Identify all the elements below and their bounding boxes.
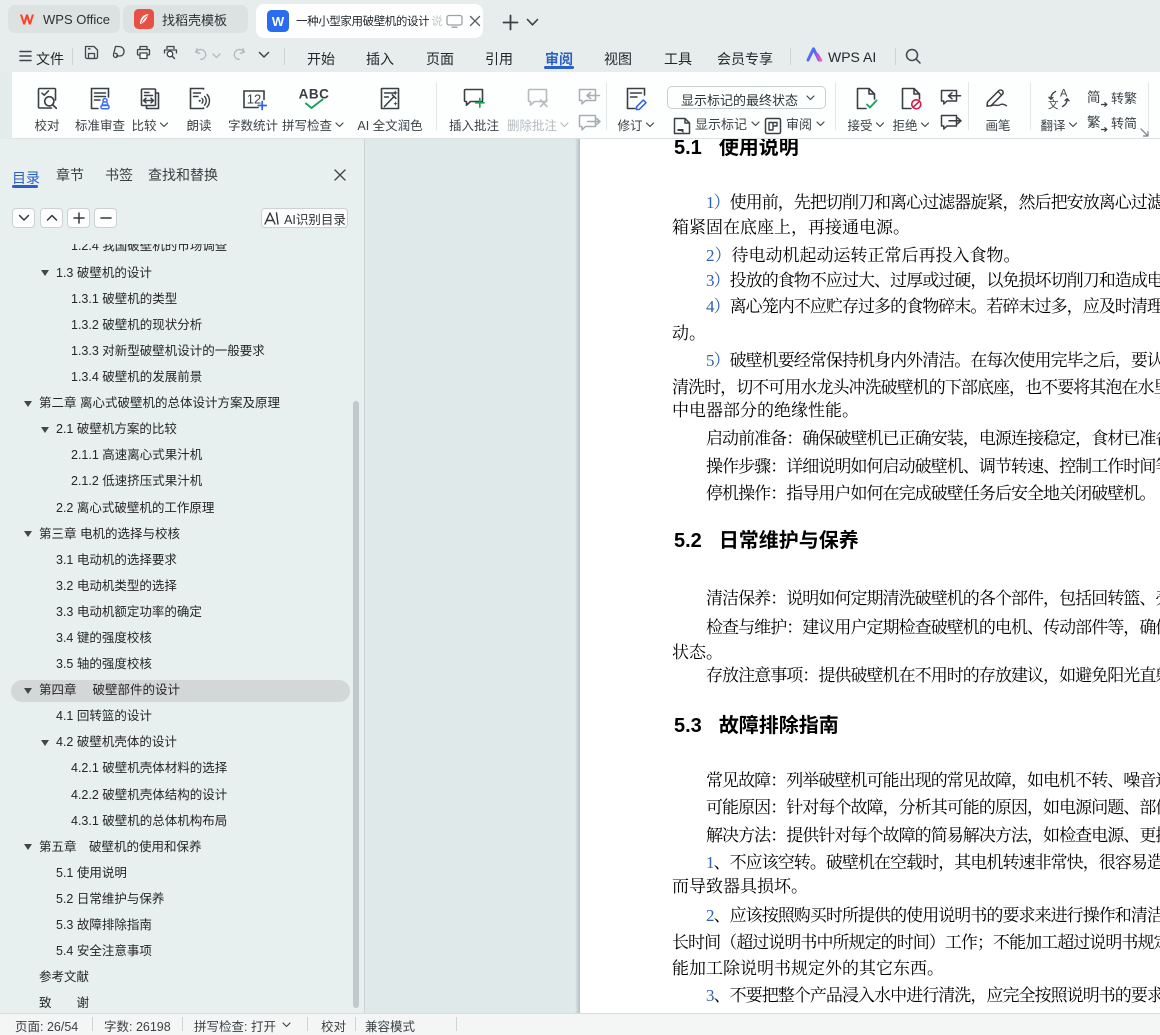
svg-text:12: 12 <box>247 92 261 107</box>
svg-text:文: 文 <box>1048 97 1059 111</box>
svg-text:W: W <box>272 14 285 29</box>
svg-text:ABC: ABC <box>299 87 330 102</box>
svg-text:A: A <box>1060 88 1068 100</box>
svg-text:简: 简 <box>1087 89 1101 106</box>
svg-text:繁: 繁 <box>1087 114 1101 131</box>
